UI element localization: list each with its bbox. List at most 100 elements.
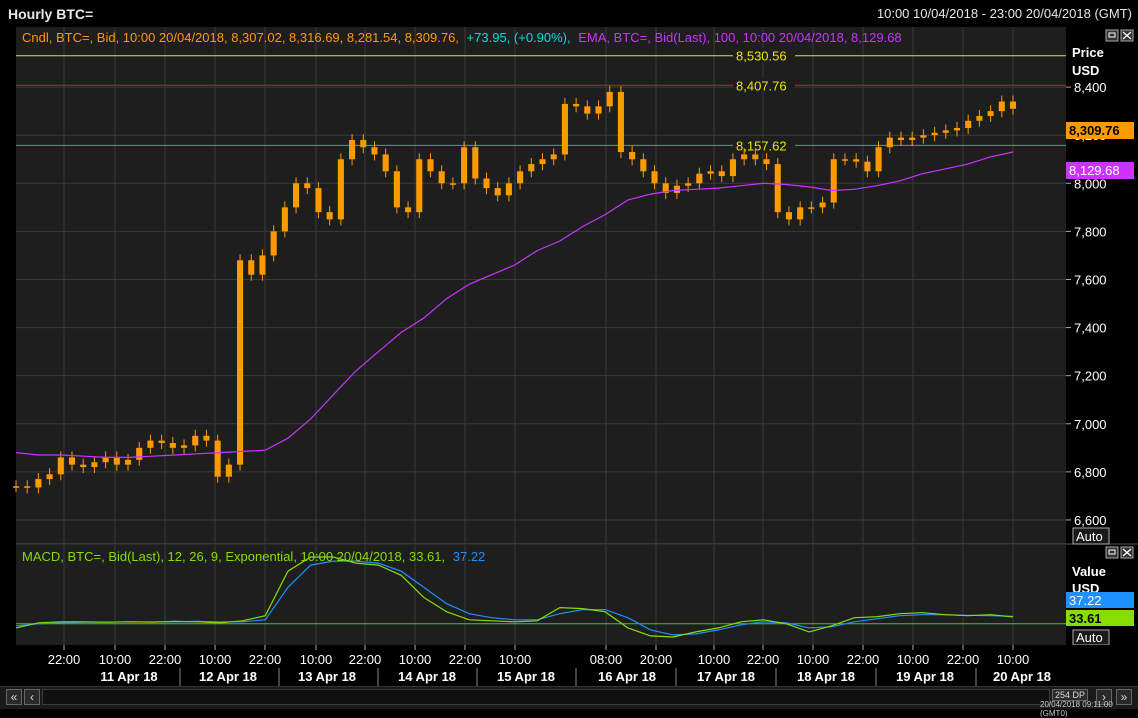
price-tick-label-3: 7,200 xyxy=(1074,369,1107,384)
candle-body-9 xyxy=(113,457,120,465)
candle-body-59 xyxy=(673,185,680,193)
footer-timestamp: 20/04/2018 09:11:00 (GMT0) xyxy=(1040,700,1113,718)
candle-body-23 xyxy=(270,231,277,256)
last-price-tag: 8,309.76 xyxy=(1066,122,1134,139)
candle-body-61 xyxy=(696,173,703,184)
candle-body-76 xyxy=(864,161,871,172)
candle-body-68 xyxy=(774,164,781,213)
macd-axis-title: Value xyxy=(1072,564,1106,579)
candle-body-70 xyxy=(797,207,804,220)
candle-body-32 xyxy=(371,147,378,155)
hline-label-2: 8,157.62 xyxy=(736,138,787,153)
x-hour-label-12: 10:00 xyxy=(698,652,731,667)
candle-body-30 xyxy=(349,140,356,160)
candle-body-83 xyxy=(942,130,949,133)
x-day-label-9: 20 Apr 18 xyxy=(993,669,1051,684)
hline-label-1: 8,407.76 xyxy=(736,78,787,93)
x-hour-label-10: 08:00 xyxy=(590,652,623,667)
candle-body-77 xyxy=(875,147,882,172)
x-hour-label-4: 22:00 xyxy=(249,652,282,667)
candle-body-60 xyxy=(685,183,692,186)
candle-body-29 xyxy=(337,159,344,220)
candle-body-52 xyxy=(595,106,602,114)
candle-body-57 xyxy=(651,171,658,184)
candle-body-85 xyxy=(965,120,972,128)
price-tick-label-2: 7,000 xyxy=(1074,417,1107,432)
signal-legend-text: 37.22 xyxy=(453,549,486,564)
ema-value: 8,129.68 xyxy=(1069,163,1120,178)
candle-body-51 xyxy=(584,106,591,114)
candle-body-8 xyxy=(102,457,109,463)
chart-canvas[interactable]: 8,530.56 8,407.76 8,157.62 6,600 6,800 7,000… xyxy=(0,0,1138,686)
candle-body-6 xyxy=(80,464,87,468)
candle-body-41 xyxy=(472,147,479,179)
candle-body-65 xyxy=(741,154,748,160)
candle-body-3 xyxy=(46,474,53,480)
candle-body-75 xyxy=(853,159,860,162)
candle-body-22 xyxy=(259,255,266,275)
candle-body-35 xyxy=(405,207,412,213)
x-hour-label-15: 22:00 xyxy=(847,652,880,667)
candle-body-45 xyxy=(517,171,524,184)
candle-body-37 xyxy=(427,159,434,172)
candle-body-19 xyxy=(225,464,232,477)
x-hour-label-1: 10:00 xyxy=(99,652,132,667)
signal-tag: 37.22 xyxy=(1066,592,1134,608)
x-hour-label-5: 10:00 xyxy=(300,652,333,667)
candle-body-27 xyxy=(315,188,322,213)
macd-panel-maximize-icon[interactable] xyxy=(1105,546,1119,559)
price-tick-label-4: 7,400 xyxy=(1074,321,1107,336)
x-hour-label-16: 10:00 xyxy=(897,652,930,667)
candle-body-12 xyxy=(147,440,154,448)
scroll-left-icon[interactable]: ‹ xyxy=(24,689,40,705)
macd-tag: 33.61 xyxy=(1066,610,1134,626)
candle-body-79 xyxy=(897,137,905,141)
candle-body-54 xyxy=(617,91,624,153)
candle-body-17 xyxy=(203,435,210,441)
candle-body-67 xyxy=(763,159,770,165)
candle-body-15 xyxy=(180,445,188,448)
candle-body-69 xyxy=(785,212,793,220)
x-day-label-4: 15 Apr 18 xyxy=(497,669,555,684)
candle-body-71 xyxy=(808,207,815,209)
price-tick-label-5: 7,600 xyxy=(1074,272,1107,287)
candle-body-86 xyxy=(976,115,983,121)
candle-body-43 xyxy=(494,188,501,196)
scroll-start-icon[interactable]: « xyxy=(6,689,22,705)
macd-auto-button[interactable]: Auto xyxy=(1072,629,1110,646)
candle-body-11 xyxy=(136,447,143,460)
candle-body-25 xyxy=(293,183,300,208)
ema-tag: 8,129.68 xyxy=(1066,162,1134,179)
candle-body-20 xyxy=(236,260,244,465)
x-hour-label-7: 10:00 xyxy=(399,652,432,667)
x-hour-label-13: 22:00 xyxy=(747,652,780,667)
price-panel-close-icon[interactable] xyxy=(1120,29,1134,42)
candle-body-74 xyxy=(841,159,849,161)
candle-body-53 xyxy=(606,91,613,107)
x-day-label-6: 17 Apr 18 xyxy=(697,669,755,684)
candle-body-87 xyxy=(987,111,994,116)
scroll-bar: « ‹ 254 DP › » 20/04/2018 09:11:00 (GMT0… xyxy=(0,686,1138,718)
macd-panel-close-icon[interactable] xyxy=(1120,546,1134,559)
left-gutter xyxy=(0,27,16,544)
price-axis-title: Price xyxy=(1072,45,1104,60)
macd-legend: MACD, BTC=, Bid(Last), 12, 26, 9, Expone… xyxy=(22,549,485,564)
price-axis-unit: USD xyxy=(1072,63,1099,78)
candle-body-64 xyxy=(729,159,736,177)
candle-body-7 xyxy=(91,462,98,468)
scroll-track[interactable] xyxy=(42,689,1050,705)
price-panel-maximize-icon[interactable] xyxy=(1105,29,1119,42)
candle-body-84 xyxy=(953,127,961,131)
price-tick-label-1: 6,800 xyxy=(1074,465,1107,480)
signal-value: 37.22 xyxy=(1069,593,1102,608)
price-auto-button[interactable]: Auto xyxy=(1072,527,1110,545)
x-hour-label-18: 10:00 xyxy=(997,652,1030,667)
x-hour-label-8: 22:00 xyxy=(449,652,482,667)
x-day-label-3: 14 Apr 18 xyxy=(398,669,456,684)
candle-body-0 xyxy=(12,486,20,488)
candle-body-46 xyxy=(528,164,535,172)
candle-body-34 xyxy=(393,171,400,208)
candle-body-1 xyxy=(24,486,31,488)
candle-body-63 xyxy=(718,171,725,177)
candle-body-38 xyxy=(438,171,445,184)
